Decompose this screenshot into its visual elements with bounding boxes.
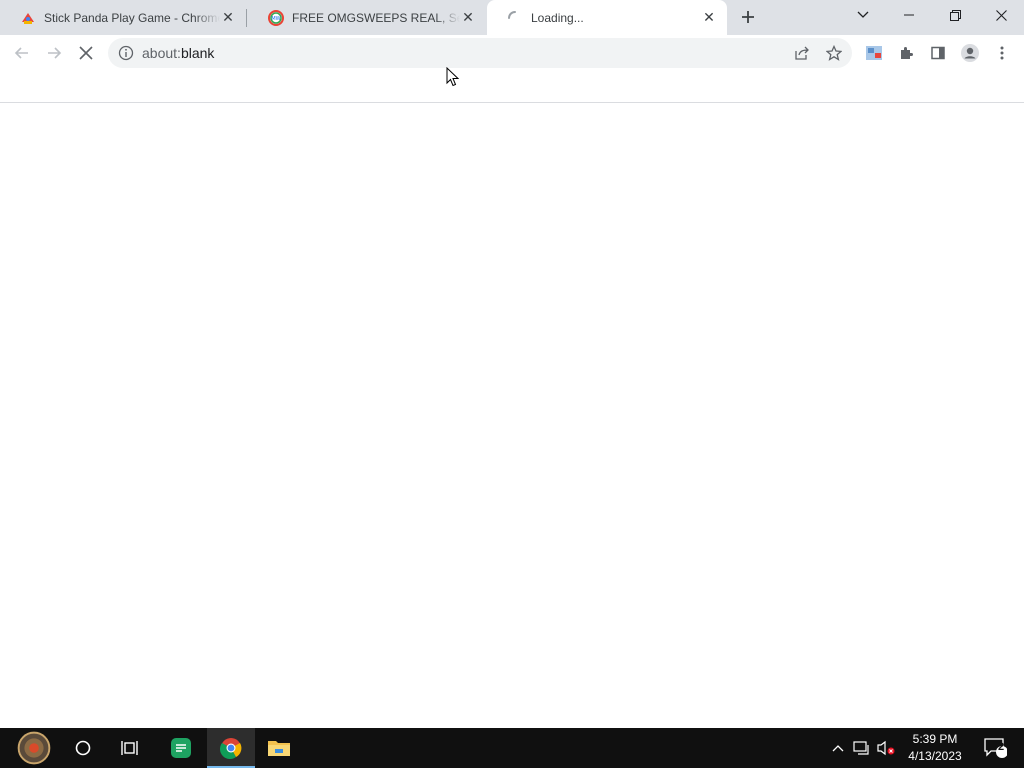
- side-panel-button[interactable]: [922, 37, 954, 69]
- screen: Stick Panda Play Game - Chrome ✕ MW FREE…: [0, 0, 1024, 768]
- notification-count: 2: [997, 741, 1005, 753]
- extensions-menu-button[interactable]: [890, 37, 922, 69]
- tab-search-button[interactable]: [840, 0, 886, 30]
- taskbar: 5:39 PM 4/13/2023 2: [0, 728, 1024, 768]
- clock-date: 4/13/2023: [908, 749, 962, 763]
- taskbar-app-chrome[interactable]: [207, 728, 255, 768]
- minimize-button[interactable]: [886, 0, 932, 30]
- tab-loading[interactable]: Loading... ✕: [487, 0, 727, 35]
- taskbar-clock[interactable]: 5:39 PM 4/13/2023: [900, 731, 970, 765]
- more-vertical-icon: [1000, 46, 1004, 60]
- profile-button[interactable]: [954, 37, 986, 69]
- show-hidden-icons-button[interactable]: [828, 728, 848, 768]
- taskbar-app-file-explorer[interactable]: [255, 728, 303, 768]
- tab-separator: [246, 9, 247, 27]
- tab-title: FREE OMGSWEEPS REAL, Sea: [292, 10, 460, 25]
- restore-button[interactable]: [932, 0, 978, 30]
- puzzle-icon: [901, 47, 913, 59]
- search-button[interactable]: [59, 728, 107, 768]
- extension-button[interactable]: [858, 37, 890, 69]
- plus-icon: [742, 11, 754, 23]
- start-button[interactable]: [10, 728, 58, 768]
- tab-stick-panda[interactable]: Stick Panda Play Game - Chrome ✕: [0, 0, 246, 35]
- start-orb-icon: [17, 731, 51, 765]
- address-text[interactable]: about:blank: [142, 45, 214, 61]
- address-bar[interactable]: about:blank: [108, 38, 852, 68]
- close-icon: [995, 9, 1007, 21]
- share-icon: [795, 46, 809, 60]
- new-tab-button[interactable]: [736, 5, 760, 29]
- chevron-up-icon: [832, 745, 844, 752]
- browser-toolbar: about:blank: [0, 35, 1024, 71]
- mouse-cursor-icon: [446, 67, 460, 87]
- arrow-right-icon: [48, 47, 62, 59]
- extension-app-icon: [866, 46, 882, 60]
- bookmark-star-button[interactable]: [824, 43, 844, 63]
- folder-icon: [268, 741, 290, 756]
- chat-app-icon: [171, 738, 191, 758]
- address-rest: blank: [180, 45, 215, 61]
- browser-menu-button[interactable]: [986, 37, 1018, 69]
- minimize-icon: [904, 14, 914, 16]
- tab-close-icon[interactable]: ✕: [460, 9, 476, 26]
- stop-loading-button[interactable]: [70, 37, 102, 69]
- back-button[interactable]: [6, 37, 38, 69]
- clock-time: 5:39 PM: [912, 732, 958, 746]
- action-center-button[interactable]: 2: [978, 728, 1012, 768]
- tab-close-icon[interactable]: ✕: [701, 9, 717, 26]
- svg-text:MW: MW: [271, 16, 280, 22]
- loading-spinner-icon: [508, 10, 516, 19]
- address-scheme: about:: [142, 45, 181, 61]
- volume-muted-icon: [877, 740, 895, 756]
- restore-icon: [949, 9, 961, 21]
- network-icon: [853, 741, 869, 755]
- tab-title: Stick Panda Play Game - Chrome: [44, 10, 220, 25]
- side-panel-icon: [931, 46, 945, 60]
- arrow-left-icon: [14, 47, 28, 59]
- task-view-button[interactable]: [107, 728, 155, 768]
- forward-button[interactable]: [38, 37, 70, 69]
- tab-close-icon[interactable]: ✕: [220, 9, 236, 26]
- info-icon[interactable]: [118, 45, 134, 61]
- star-icon: [826, 45, 842, 61]
- mw-favicon-icon: MW: [268, 9, 284, 26]
- chrome-icon: [220, 738, 242, 759]
- close-icon: [79, 46, 93, 60]
- search-circle-icon: [75, 740, 91, 756]
- bookmark-bar: [0, 71, 1024, 103]
- share-button[interactable]: [792, 43, 812, 63]
- task-view-icon: [121, 741, 138, 755]
- taskbar-app-green[interactable]: [157, 728, 205, 768]
- tab-title: Loading...: [531, 10, 584, 25]
- game-favicon-icon: [22, 12, 34, 24]
- volume-button[interactable]: [874, 728, 898, 768]
- network-button[interactable]: [850, 728, 874, 768]
- chevron-down-icon: [857, 11, 869, 18]
- tab-strip: Stick Panda Play Game - Chrome ✕ MW FREE…: [0, 0, 1024, 35]
- close-window-button[interactable]: [978, 0, 1024, 30]
- tab-omgsweeps[interactable]: MW FREE OMGSWEEPS REAL, Sea ✕: [248, 0, 486, 35]
- page-content[interactable]: [0, 104, 1024, 728]
- avatar-icon: [961, 44, 979, 62]
